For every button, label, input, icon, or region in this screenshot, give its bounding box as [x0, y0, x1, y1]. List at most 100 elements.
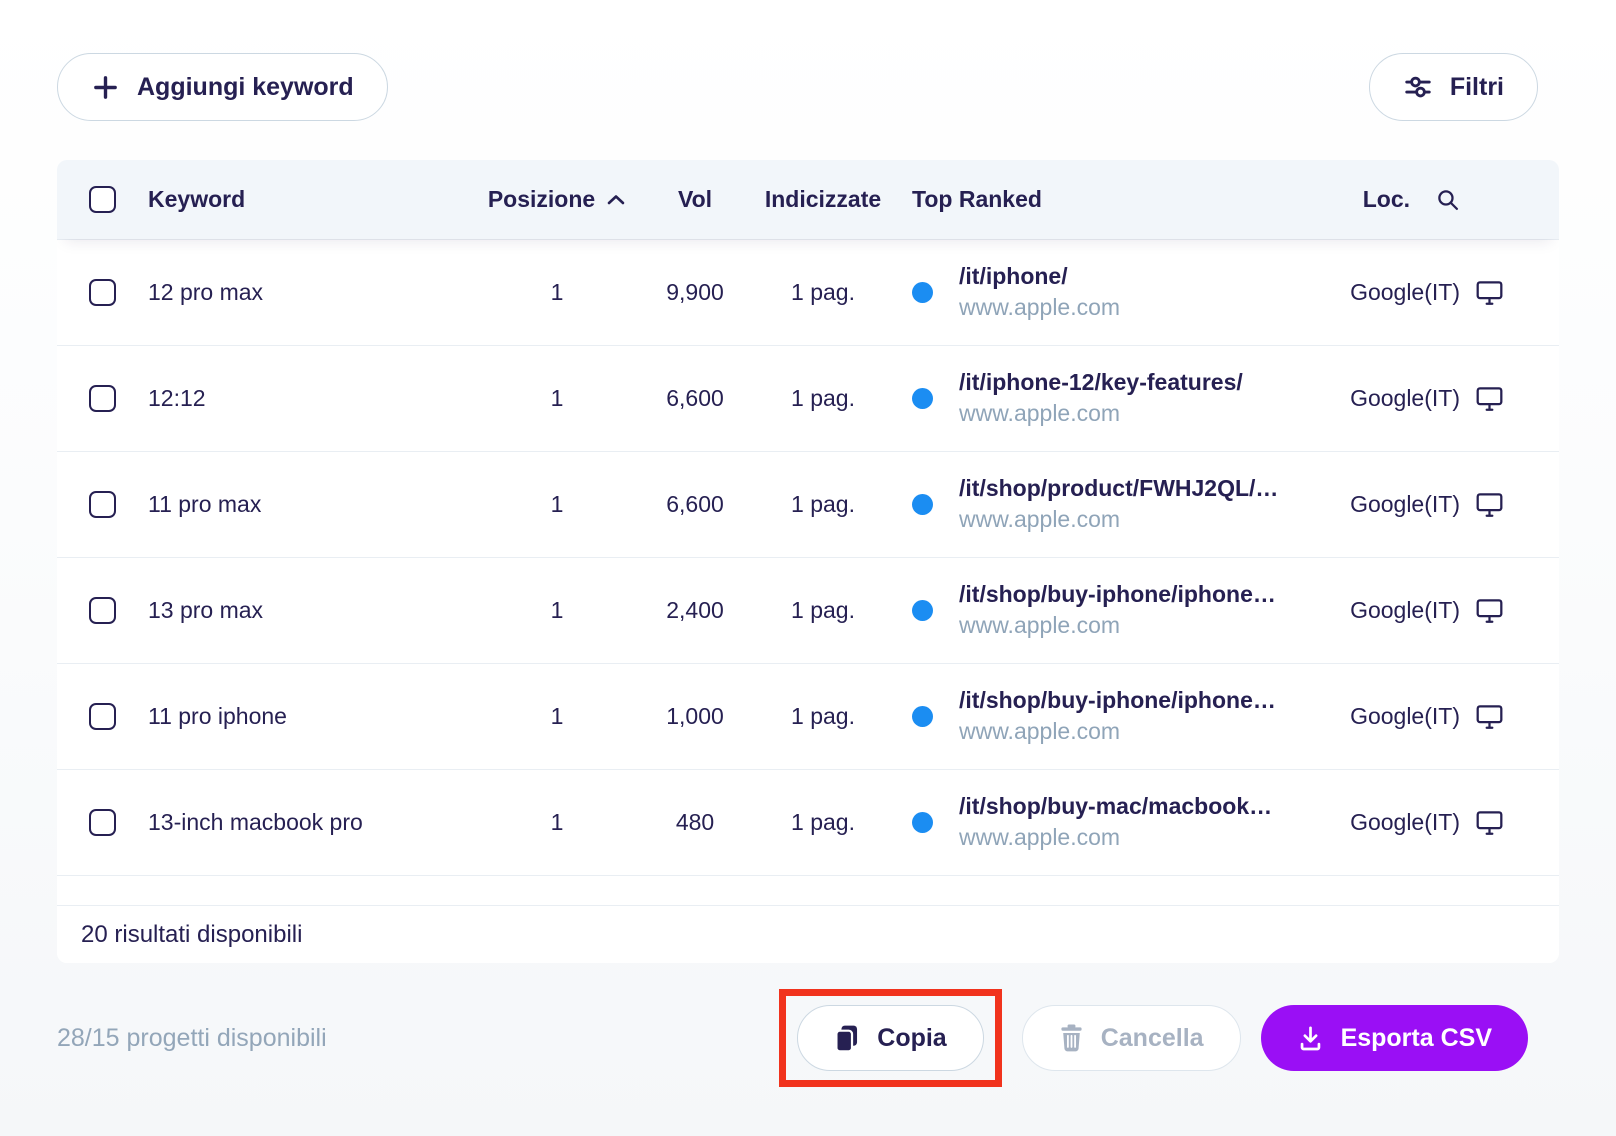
download-icon	[1297, 1025, 1324, 1052]
row-checkbox[interactable]	[89, 491, 116, 518]
keyword-cell: 11 pro iphone	[148, 703, 287, 729]
row-checkbox[interactable]	[89, 703, 116, 730]
top-ranked-cell: /it/iphone-12/key-features/ www.apple.co…	[902, 368, 1331, 429]
top-ranked-cell: /it/shop/buy-iphone/iphone… www.apple.co…	[902, 580, 1331, 641]
top-ranked-cell: /it/shop/buy-iphone/iphone… www.apple.co…	[902, 686, 1331, 747]
column-header-volume[interactable]: Vol	[646, 186, 744, 213]
top-ranked-domain: www.apple.com	[959, 400, 1121, 426]
table-row: 11 pro iphone 1 1,000 1 pag. /it/shop/bu…	[57, 663, 1559, 769]
table-row: 12 pro max 1 9,900 1 pag. /it/iphone/ ww…	[57, 239, 1559, 345]
keyword-cell: 12 pro max	[148, 279, 264, 305]
indexed-cell: 1 pag.	[791, 491, 855, 517]
search-icon[interactable]	[1435, 187, 1460, 212]
status-dot-icon	[912, 494, 933, 515]
table-footer: 20 risultati disponibili	[57, 905, 1559, 963]
location-label: Google(IT)	[1350, 809, 1460, 835]
filters-label: Filtri	[1449, 72, 1504, 101]
projects-availability-text: 28/15 progetti disponibili	[57, 1023, 327, 1052]
keyword-cell: 11 pro max	[148, 491, 262, 517]
volume-cell: 6,600	[666, 491, 724, 517]
position-cell: 1	[550, 279, 564, 305]
top-ranked-domain: www.apple.com	[959, 506, 1121, 532]
annotation-highlight-box: Copia	[779, 989, 1002, 1087]
table-row: 11 pro max 1 6,600 1 pag. /it/shop/produ…	[57, 451, 1559, 557]
table-row: 13-inch macbook pro 1 480 1 pag. /it/sho…	[57, 769, 1559, 875]
top-ranked-url[interactable]: /it/shop/product/FWHJ2QL/…	[959, 474, 1278, 504]
row-checkbox[interactable]	[89, 279, 116, 306]
top-ranked-domain: www.apple.com	[959, 824, 1121, 850]
top-ranked-url[interactable]: /it/iphone-12/key-features/	[959, 368, 1243, 398]
row-checkbox[interactable]	[89, 597, 116, 624]
desktop-monitor-icon	[1476, 810, 1503, 836]
location-label: Google(IT)	[1350, 491, 1460, 517]
top-ranked-cell: /it/shop/buy-mac/macbook… www.apple.com	[902, 792, 1331, 853]
status-dot-icon	[912, 706, 933, 727]
position-cell: 1	[550, 597, 564, 623]
top-ranked-domain: www.apple.com	[959, 612, 1121, 638]
indexed-cell: 1 pag.	[791, 809, 855, 835]
keyword-rank-tracker-page: Aggiungi keyword Filtri Keyword Posizion…	[0, 0, 1616, 1087]
location-cell: Google(IT)	[1331, 491, 1559, 518]
row-checkbox[interactable]	[89, 809, 116, 836]
location-cell: Google(IT)	[1331, 809, 1559, 836]
desktop-monitor-icon	[1476, 492, 1503, 518]
trash-icon	[1059, 1024, 1084, 1052]
export-label: Esporta CSV	[1340, 1023, 1492, 1052]
location-cell: Google(IT)	[1331, 279, 1559, 306]
desktop-monitor-icon	[1476, 704, 1503, 730]
status-dot-icon	[912, 282, 933, 303]
desktop-monitor-icon	[1476, 280, 1503, 306]
indexed-cell: 1 pag.	[791, 279, 855, 305]
location-label: Google(IT)	[1350, 279, 1460, 305]
keyword-cell: 12:12	[148, 385, 206, 411]
table-header-row: Keyword Posizione Vol Indicizzate Top Ra…	[57, 160, 1559, 239]
chevron-up-icon	[606, 193, 626, 206]
results-count: 20 risultati disponibili	[81, 920, 303, 948]
sliders-icon	[1403, 72, 1433, 102]
desktop-monitor-icon	[1476, 598, 1503, 624]
top-ranked-url[interactable]: /it/shop/buy-mac/macbook…	[959, 792, 1272, 822]
top-ranked-url[interactable]: /it/shop/buy-iphone/iphone…	[959, 686, 1276, 716]
delete-label: Cancella	[1100, 1023, 1204, 1052]
location-label: Google(IT)	[1350, 597, 1460, 623]
copy-label: Copia	[877, 1023, 947, 1052]
location-cell: Google(IT)	[1331, 385, 1559, 412]
keyword-cell: 13 pro max	[148, 597, 264, 623]
position-cell: 1	[550, 809, 564, 835]
table-row: 12:12 1 6,600 1 pag. /it/iphone-12/key-f…	[57, 345, 1559, 451]
indexed-cell: 1 pag.	[791, 597, 855, 623]
top-ranked-url[interactable]: /it/iphone/	[959, 262, 1120, 292]
column-header-indexed[interactable]: Indicizzate	[744, 186, 902, 213]
position-cell: 1	[550, 385, 564, 411]
position-cell: 1	[550, 491, 564, 517]
location-cell: Google(IT)	[1331, 703, 1559, 730]
position-cell: 1	[550, 703, 564, 729]
top-ranked-url[interactable]: /it/shop/buy-iphone/iphone…	[959, 580, 1276, 610]
copy-icon	[834, 1024, 860, 1053]
volume-cell: 6,600	[666, 385, 724, 411]
column-header-keyword[interactable]: Keyword	[148, 186, 468, 213]
delete-button[interactable]: Cancella	[1021, 1005, 1241, 1071]
keyword-cell: 13-inch macbook pro	[148, 809, 363, 835]
column-header-location: Loc.	[1331, 186, 1559, 213]
toolbar: Aggiungi keyword Filtri	[0, 0, 1616, 121]
location-label: Google(IT)	[1350, 703, 1460, 729]
column-header-position[interactable]: Posizione	[468, 186, 646, 213]
top-ranked-domain: www.apple.com	[959, 718, 1121, 744]
table-row-clipped: /it/mac/2-key-features/id…	[57, 875, 1559, 905]
location-cell: Google(IT)	[1331, 597, 1559, 624]
top-ranked-domain: www.apple.com	[959, 294, 1121, 320]
volume-cell: 9,900	[666, 279, 724, 305]
top-ranked-cell: /it/shop/product/FWHJ2QL/… www.apple.com	[902, 474, 1331, 535]
export-csv-button[interactable]: Esporta CSV	[1260, 1005, 1528, 1071]
row-checkbox[interactable]	[89, 385, 116, 412]
add-keyword-label: Aggiungi keyword	[137, 72, 354, 101]
add-keyword-button[interactable]: Aggiungi keyword	[57, 53, 388, 121]
location-header-label: Loc.	[1362, 186, 1410, 212]
plus-icon	[91, 73, 120, 102]
select-all-checkbox[interactable]	[89, 186, 116, 213]
status-dot-icon	[912, 600, 933, 621]
copy-button[interactable]: Copia	[797, 1005, 984, 1071]
indexed-cell: 1 pag.	[791, 703, 855, 729]
filters-button[interactable]: Filtri	[1368, 53, 1538, 121]
